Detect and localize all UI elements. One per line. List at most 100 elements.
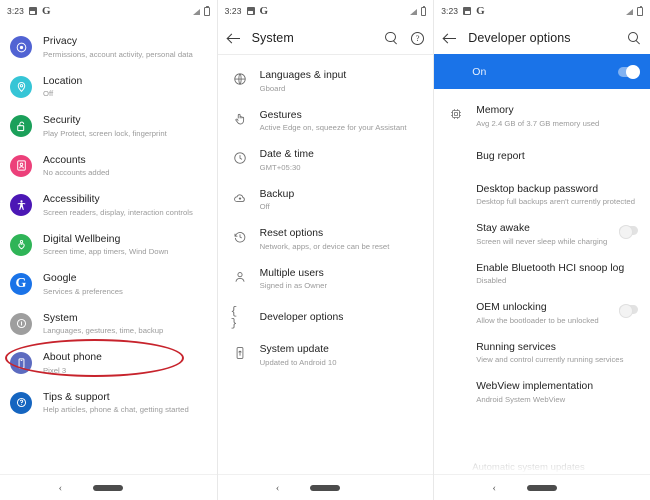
settings-row-tips-support[interactable]: Tips & support Help articles, phone & ch…	[0, 384, 217, 424]
system-row-developer-options[interactable]: { } Developer options	[218, 299, 434, 336]
row-subtitle: View and control currently running servi…	[476, 355, 624, 364]
row-title: Date & time	[259, 149, 314, 160]
spacer-icon	[447, 148, 465, 166]
spacer-icon	[447, 302, 465, 320]
nav-back-button[interactable]: ‹	[492, 482, 496, 494]
row-title: Accessibility	[43, 194, 100, 205]
row-subtitle: Avg 2.4 GB of 3.7 GB memory used	[476, 118, 600, 128]
search-icon[interactable]	[627, 31, 641, 45]
system-row-languages-input[interactable]: Languages & input Gboard	[218, 62, 434, 102]
oem-unlocking-toggle[interactable]	[618, 303, 638, 318]
row-title: Memory	[476, 105, 514, 116]
spacer-icon	[447, 184, 465, 202]
row-subtitle: Help articles, phone & chat, getting sta…	[43, 405, 189, 414]
row-subtitle: Services & preferences	[43, 286, 123, 296]
settings-row-system[interactable]: System Languages, gestures, time, backup	[0, 305, 217, 345]
dev-row-running-services[interactable]: Running services View and control curren…	[434, 334, 650, 374]
nav-bar: ‹	[434, 474, 650, 500]
row-title: System	[43, 312, 78, 324]
nav-back-button[interactable]: ‹	[276, 482, 280, 494]
spacer-icon	[447, 263, 465, 281]
master-toggle-switch[interactable]	[617, 64, 640, 79]
row-title: Backup	[259, 188, 295, 200]
dev-row-desktop-backup-password[interactable]: Desktop backup password Desktop full bac…	[434, 176, 650, 216]
settings-row-location[interactable]: Location Off	[0, 68, 217, 108]
system-row-system-update[interactable]: System update Updated to Android 10	[218, 336, 434, 376]
status-bar-clock: 3:23	[224, 6, 242, 16]
nav-home-pill[interactable]	[93, 484, 124, 491]
dev-row-stay-awake[interactable]: Stay awake Screen will never sleep while…	[434, 215, 650, 255]
row-subtitle: Screen time, app timers, Wind Down	[43, 247, 169, 256]
row-title: OEM unlocking	[476, 302, 547, 313]
settings-row-privacy[interactable]: Privacy Permissions, account activity, p…	[0, 28, 217, 68]
system-row-gestures[interactable]: Gestures Active Edge on, squeeze for you…	[218, 102, 434, 142]
nav-back-button[interactable]: ‹	[58, 482, 62, 494]
stay-awake-toggle[interactable]	[618, 224, 638, 239]
row-title: Languages & input	[259, 70, 347, 81]
row-title: Tips & support	[43, 391, 110, 403]
row-title: Bug report	[476, 150, 525, 162]
master-toggle-label: On	[472, 65, 487, 78]
app-bar: Developer options	[434, 22, 650, 54]
settings-row-accessibility[interactable]: Accessibility Screen readers, display, i…	[0, 186, 217, 226]
battery-icon	[204, 5, 210, 16]
person-icon	[231, 268, 249, 286]
settings-row-accounts[interactable]: Accounts No accounts added	[0, 147, 217, 187]
row-subtitle: Gboard	[259, 83, 286, 93]
signal-icon	[624, 7, 634, 15]
row-title: Stay awake	[476, 223, 530, 234]
system-row-backup[interactable]: Backup Off	[218, 181, 434, 221]
row-subtitle: Screen will never sleep while charging	[476, 236, 608, 246]
settings-panel: 3:23 G Privacy Permissions, account acti…	[0, 0, 217, 500]
phone-icon	[10, 352, 32, 374]
row-title: WebView implementation	[476, 381, 594, 392]
row-subtitle: Updated to Android 10	[259, 357, 337, 367]
nav-home-pill[interactable]	[526, 484, 557, 491]
search-icon[interactable]	[385, 31, 398, 45]
system-row-multiple-users[interactable]: Multiple users Signed in as Owner	[218, 260, 434, 300]
accessibility-icon	[10, 194, 32, 216]
row-title: Google	[43, 273, 77, 284]
braces-icon: { }	[230, 306, 238, 330]
gesture-icon	[231, 110, 249, 128]
dev-row-bug-report[interactable]: Bug report	[434, 137, 650, 176]
settings-row-about-phone[interactable]: About phone Pixel 3	[0, 344, 217, 384]
status-bar: 3:23 G	[0, 0, 217, 22]
settings-row-security[interactable]: Security Play Protect, screen lock, fing…	[0, 107, 217, 147]
dev-row-webview-implementation[interactable]: WebView implementation Android System We…	[434, 373, 650, 413]
row-subtitle: Screen readers, display, interaction con…	[43, 207, 193, 217]
back-arrow-icon[interactable]	[227, 31, 242, 46]
google-g-icon: G	[10, 273, 32, 295]
accounts-icon	[10, 154, 32, 177]
row-subtitle: Languages, gestures, time, backup	[43, 326, 164, 335]
developer-options-master-toggle-row[interactable]: On	[434, 54, 650, 89]
system-row-date-time[interactable]: Date & time GMT+05:30	[218, 141, 434, 181]
memory-chip-icon	[447, 105, 465, 123]
nav-bar: ‹	[0, 474, 217, 500]
row-subtitle: Desktop full backups aren't currently pr…	[476, 197, 635, 206]
wellbeing-heart-icon	[10, 233, 32, 256]
help-icon[interactable]: ?	[411, 31, 425, 45]
system-update-icon	[231, 344, 249, 362]
nav-bar: ‹	[217, 474, 434, 500]
row-subtitle: Network, apps, or device can be reset	[259, 241, 390, 251]
settings-row-digital-wellbeing[interactable]: Digital Wellbeing Screen time, app timer…	[0, 226, 217, 266]
settings-row-google[interactable]: G Google Services & preferences	[0, 265, 217, 305]
battery-icon	[420, 5, 427, 16]
history-reset-icon	[231, 228, 249, 246]
back-arrow-icon[interactable]	[443, 31, 458, 46]
location-pin-icon	[10, 75, 32, 98]
row-subtitle: Off	[259, 202, 270, 211]
row-title: System update	[259, 344, 329, 355]
google-icon: G	[41, 4, 51, 17]
dev-row-bluetooth-hci-snoop-log[interactable]: Enable Bluetooth HCI snoop log Disabled	[434, 255, 650, 295]
dev-row-oem-unlocking[interactable]: OEM unlocking Allow the bootloader to be…	[434, 294, 650, 334]
settings-list: Privacy Permissions, account activity, p…	[0, 22, 217, 423]
list-fade	[434, 462, 650, 474]
system-row-reset-options[interactable]: Reset options Network, apps, or device c…	[218, 220, 434, 260]
dev-row-memory[interactable]: Memory Avg 2.4 GB of 3.7 GB memory used	[434, 97, 650, 137]
row-title: Location	[43, 75, 83, 87]
nav-home-pill[interactable]	[310, 484, 341, 491]
developer-options-panel: 3:23 G Developer options On Memory Avg 2…	[433, 0, 650, 500]
row-title: Multiple users	[259, 267, 324, 279]
